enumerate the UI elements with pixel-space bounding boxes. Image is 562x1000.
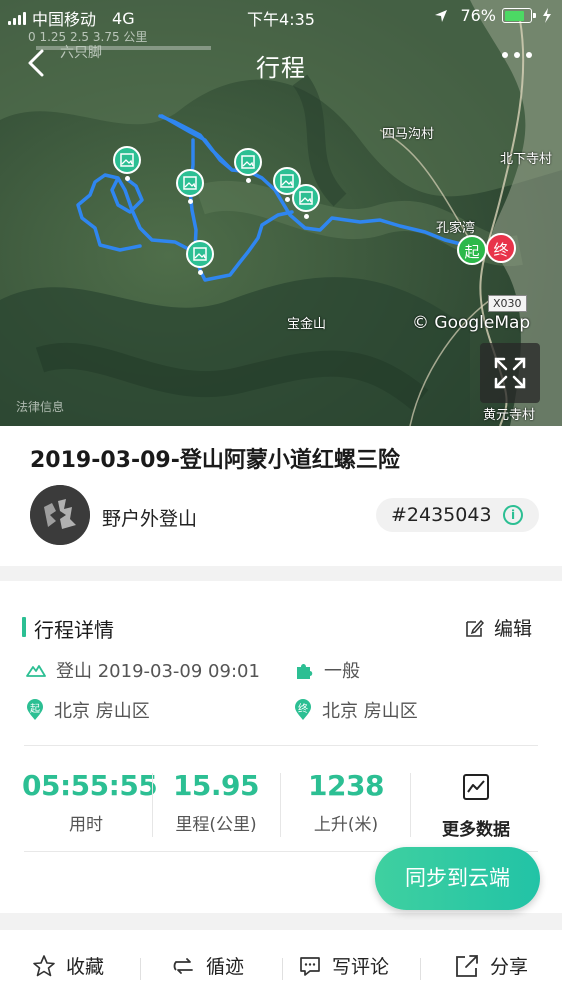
stat-distance: 15.95 里程(公里) xyxy=(152,769,280,835)
stat-label: 上升(米) xyxy=(313,815,379,835)
info-icon[interactable]: i xyxy=(503,505,523,525)
chart-icon xyxy=(463,774,489,800)
battery-icon xyxy=(502,8,536,23)
stat-label: 里程(公里) xyxy=(175,815,257,835)
share-icon xyxy=(456,954,478,977)
divider xyxy=(24,745,538,746)
stat-ascent: 1238 上升(米) xyxy=(282,769,410,835)
stat-label: 用时 xyxy=(69,815,103,835)
start-icon-label: 起 xyxy=(30,704,40,715)
section-accent-bar xyxy=(22,617,26,637)
stat-separator xyxy=(410,773,411,837)
more-data-button[interactable]: 更多数据 xyxy=(416,773,536,840)
difficulty-text: 一般 xyxy=(324,661,360,682)
mountain-icon xyxy=(26,665,46,677)
author-name[interactable]: 野户外登山 xyxy=(102,504,197,531)
legal-info-link[interactable]: 法律信息 xyxy=(16,398,64,415)
share-label: 分享 xyxy=(490,956,529,978)
edit-label: 编辑 xyxy=(494,618,533,640)
stat-value: 15.95 xyxy=(172,769,260,802)
stat-separator xyxy=(280,773,281,837)
start-place-row: 起 北京 房山区 xyxy=(26,697,150,723)
puzzle-icon xyxy=(297,664,313,679)
follow-track-button[interactable]: 循迹 xyxy=(172,952,244,979)
photo-pin-icon[interactable] xyxy=(186,240,214,275)
activity-text: 登山 2019-03-09 09:01 xyxy=(56,661,260,682)
route-map[interactable]: 中国移动 4G 下午4:35 76% 0 1.25 2.5 3.75 公里 六只… xyxy=(0,0,562,426)
bar-separator xyxy=(282,958,283,980)
map-copyright: © GoogleMap xyxy=(412,313,531,333)
end-place-row: 终 北京 房山区 xyxy=(294,697,418,723)
section-title: 行程详情 xyxy=(34,618,114,642)
avatar-image xyxy=(30,485,90,545)
place-label: 四马沟村 xyxy=(382,127,435,142)
photo-pin-icon[interactable] xyxy=(113,146,141,181)
place-label: 孔家湾 xyxy=(436,221,476,236)
more-options-icon[interactable] xyxy=(502,52,532,58)
page-title: 行程 xyxy=(256,54,306,82)
expand-icon xyxy=(494,357,526,389)
start-place-text: 北京 房山区 xyxy=(54,701,150,722)
end-place-text: 北京 房山区 xyxy=(322,701,418,722)
end-icon-label: 终 xyxy=(298,704,308,715)
edit-icon xyxy=(466,619,484,637)
map-scale: 0 1.25 2.5 3.75 公里 六只脚 xyxy=(28,28,211,61)
place-label: 北下寺村 xyxy=(500,152,553,167)
comment-label: 写评论 xyxy=(332,956,390,978)
road-badge: X030 xyxy=(488,295,527,312)
bottom-action-bar: 收藏 循迹 写评论 分享 xyxy=(0,930,562,1000)
stat-value: 1238 xyxy=(308,769,384,802)
trip-id-badge[interactable]: #2435043 i xyxy=(376,498,539,532)
end-location-icon: 终 xyxy=(294,699,312,721)
trip-id-text: #2435043 xyxy=(391,504,492,526)
trip-detail-page: 中国移动 4G 下午4:35 76% 0 1.25 2.5 3.75 公里 六只… xyxy=(0,0,562,1000)
charging-icon xyxy=(543,8,551,23)
status-right: 76% xyxy=(434,6,552,25)
route-end-marker[interactable]: 终 xyxy=(486,233,516,263)
photo-pin-icon[interactable] xyxy=(176,169,204,204)
more-data-label: 更多数据 xyxy=(442,820,510,840)
route-start-marker[interactable]: 起 xyxy=(457,235,487,265)
activity-row: 登山 2019-03-09 09:01 xyxy=(26,657,260,683)
favorite-label: 收藏 xyxy=(66,956,105,978)
location-arrow-icon xyxy=(435,9,448,22)
stat-duration: 05:55:55 用时 xyxy=(22,769,158,835)
stat-value: 05:55:55 xyxy=(22,769,158,802)
battery-percent: 76% xyxy=(460,6,496,25)
comment-button[interactable]: 写评论 xyxy=(298,952,389,979)
place-label: 宝金山 xyxy=(287,317,327,332)
comment-icon xyxy=(300,956,320,976)
sync-to-cloud-button[interactable]: 同步到云端 xyxy=(375,847,540,910)
star-icon xyxy=(33,954,55,976)
difficulty-row: 一般 xyxy=(294,657,360,683)
photo-pin-icon[interactable] xyxy=(292,184,320,219)
author-avatar[interactable] xyxy=(30,485,90,545)
swap-arrows-icon xyxy=(173,957,193,974)
share-button[interactable]: 分享 xyxy=(454,952,528,979)
edit-button[interactable]: 编辑 xyxy=(464,614,532,641)
place-label: 黄元寺村 xyxy=(483,408,536,423)
bar-separator xyxy=(420,958,421,980)
follow-track-label: 循迹 xyxy=(206,956,245,978)
favorite-button[interactable]: 收藏 xyxy=(32,952,104,979)
bar-separator xyxy=(140,958,141,980)
trip-title: 2019-03-09-登山阿蒙小道红螺三险 xyxy=(30,448,400,473)
photo-pin-icon[interactable] xyxy=(234,148,262,183)
trip-header-card: 2019-03-09-登山阿蒙小道红螺三险 野户外登山 #2435043 i xyxy=(0,426,562,566)
expand-map-button[interactable] xyxy=(480,343,540,403)
start-location-icon: 起 xyxy=(26,699,44,721)
